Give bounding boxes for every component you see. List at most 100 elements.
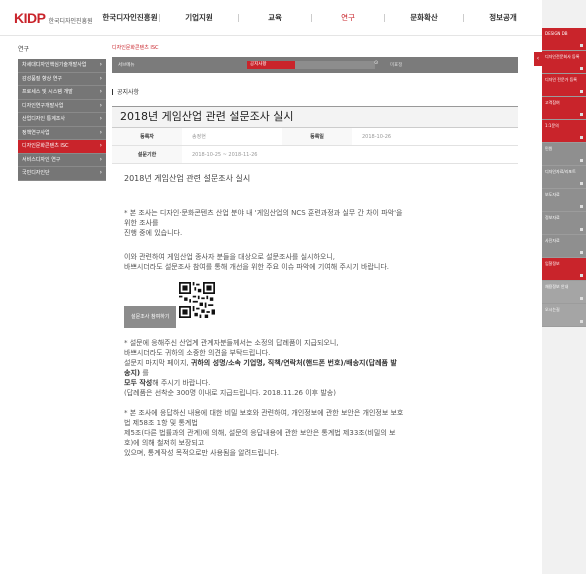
date-value: 2018-10-26: [362, 133, 392, 140]
sidebar-title: 연구: [18, 46, 30, 53]
quick-item[interactable]: 고객참여: [542, 97, 586, 120]
body-headline: 2018년 게임산업 관련 설문조사 실시: [124, 174, 251, 183]
sidebar-item-label: 디자인연구개발사업: [22, 102, 64, 109]
body-text: 이와 관련하여 게임산업 종사자 분들을 대상으로 설문조사를 실시하오니,: [124, 253, 335, 261]
sidebar-item[interactable]: 디자인연구개발사업 ›: [18, 100, 106, 113]
quick-item[interactable]: 오시는길: [542, 304, 586, 327]
square-icon: [580, 251, 583, 254]
body-text: 법 제58조 1항 및 통계법: [124, 419, 198, 427]
square-icon: [580, 274, 583, 277]
body-text-span: 해 주시기 바랍니다.: [152, 379, 211, 387]
chevron-right-icon: ›: [99, 74, 102, 82]
quick-item-label: 채용정보 안내: [545, 284, 569, 289]
quick-item[interactable]: DESIGN DB: [542, 28, 586, 51]
sidebar-item[interactable]: 차세대디자인핵심기술개발사업 ›: [18, 59, 106, 73]
submenu-select[interactable]: 공지사항: [247, 61, 295, 69]
survey-participate-button[interactable]: 설문조사 참여하기: [124, 306, 177, 328]
sidebar-item[interactable]: 감성품질 향상 연구 ›: [18, 73, 106, 86]
square-icon: [580, 113, 583, 116]
square-icon: [580, 44, 583, 47]
post-body: 2018년 게임산업 관련 설문조사 실시 * 본 조사는 디자인·문화콘텐츠 …: [112, 164, 518, 458]
left-sidebar: 연구 차세대디자인핵심기술개발사업 › 감성품질 향상 연구 › 프로세스 및 시스…: [18, 44, 106, 181]
square-icon: [580, 182, 583, 185]
body-text-bold: 송지): [124, 369, 141, 377]
nav-item-culture[interactable]: 문화확산: [385, 12, 463, 23]
submenu-input[interactable]: [295, 61, 375, 69]
page-title: 공지사항: [112, 87, 518, 96]
body-text: * 본 조사에 응답하신 내용에 대한 비밀 보호와 관련하여, 개인정보에 관…: [124, 409, 404, 417]
page-title-text: 공지사항: [117, 89, 140, 96]
sidebar-item-label: 정책연구사업: [22, 129, 50, 136]
sidebar-item[interactable]: 산업디자인 통계조사 ›: [18, 113, 106, 127]
quick-item-label: 보도자료: [545, 192, 560, 197]
chevron-right-icon: ›: [99, 155, 102, 163]
nav-item-research[interactable]: 연구: [312, 12, 384, 23]
quick-menu: ‹ DESIGN DB 디자인전문회사 등록 디자인 전문가 등록 고객참여 1…: [534, 0, 586, 574]
sidebar-item-active[interactable]: 디자인문화콘텐츠 ISC ›: [18, 140, 106, 154]
body-text: 호)에 의해 철저히 보장되고: [124, 439, 205, 447]
site-logo[interactable]: KIDP 한국디자인진흥원: [14, 10, 101, 26]
nav-item-business-support[interactable]: 기업지원: [160, 12, 238, 23]
post-title: 2018년 게임산업 관련 설문조사 실시: [112, 106, 518, 128]
quick-item[interactable]: 채용정보 안내: [542, 281, 586, 304]
quick-item[interactable]: 디자인자료/리포트: [542, 166, 586, 189]
quick-item-label: DESIGN DB: [545, 31, 568, 36]
author-value: 송정현: [192, 134, 206, 140]
body-text-span: 설문지 마지막 페이지,: [124, 359, 191, 367]
nav-item-kidp[interactable]: 한국디자인진흥원: [101, 12, 159, 23]
sidebar-item-label: 서비스디자인 연구: [22, 156, 61, 163]
breadcrumb[interactable]: 디자인문화콘텐츠 ISC: [112, 44, 518, 51]
square-icon: [580, 90, 583, 93]
body-text-bold: 귀하의 성명/소속 기업명, 직책/연락처(핸드폰 번호)/배송지(답례품 발: [190, 359, 397, 367]
body-text: 위한 조사를: [124, 219, 159, 227]
square-icon: [580, 228, 583, 231]
sidebar-item-label: 국민디자인단: [22, 170, 50, 176]
quick-item-label: 디자인자료/리포트: [545, 169, 576, 174]
author-label: 등록자: [112, 128, 182, 145]
sidebar-item[interactable]: 서비스디자인 연구 ›: [18, 154, 106, 167]
sidebar-item[interactable]: 국민디자인단 ›: [18, 167, 106, 181]
quick-item-label: 정보자료: [545, 215, 560, 220]
sidebar-item-label: 프로세스 및 시스템 개발: [22, 89, 73, 95]
square-icon: [580, 320, 583, 323]
quick-item-label: 1:1문의: [545, 123, 559, 128]
nav-item-education[interactable]: 교육: [239, 12, 311, 23]
quick-item[interactable]: 정보자료: [542, 212, 586, 235]
submenu-bar: 서브메뉴 공지사항 ⊙ 미표정: [112, 57, 518, 73]
qr-code-icon[interactable]: [178, 282, 215, 318]
quick-menu-toggle[interactable]: ‹: [534, 52, 542, 66]
quick-item-label: 디자인전문회사 등록: [545, 54, 580, 59]
date-label: 등록일: [282, 128, 352, 145]
sidebar-item-label: 감성품질 향상 연구: [22, 75, 62, 82]
submenu-label: 서브메뉴: [118, 63, 135, 68]
chevron-right-icon: ›: [99, 128, 102, 136]
sidebar-item-label: 차세대디자인핵심기술개발사업: [22, 62, 87, 68]
quick-item[interactable]: 디자인 전문가 등록: [542, 74, 586, 97]
sidebar-menu: 차세대디자인핵심기술개발사업 › 감성품질 향상 연구 › 프로세스 및 시스템 개…: [18, 59, 106, 181]
body-text: 있으며, 통계작성 목적으로만 사용됨을 알려드립니다.: [124, 449, 280, 457]
submenu-extra[interactable]: 미표정: [390, 62, 402, 68]
quick-item[interactable]: 사진자료: [542, 235, 586, 258]
sidebar-item-label: 디자인문화콘텐츠 ISC: [22, 143, 69, 149]
chevron-right-icon: ›: [99, 88, 102, 95]
sidebar-item[interactable]: 정책연구사업 ›: [18, 127, 106, 140]
nav-item-disclosure[interactable]: 정보공개: [464, 12, 542, 23]
body-text: 바쁘시더라도 설문조사 참여를 통해 개선을 위한 주요 이슈 파악에 기여해 …: [124, 263, 389, 271]
quick-item[interactable]: 입찰정보: [542, 258, 586, 281]
quick-item-label: 입찰정보: [545, 261, 560, 266]
body-text: * 설문에 응해주신 산업계 관계자분들께서는 소정의 답례품이 지급되오니,: [124, 339, 339, 347]
square-icon: [580, 297, 583, 300]
quick-item[interactable]: 민원: [542, 143, 586, 166]
quick-item-label: 사진자료: [545, 238, 560, 243]
quick-item[interactable]: 1:1문의: [542, 120, 586, 143]
body-text: 모두 작성해 주시기 바랍니다.: [124, 378, 506, 388]
quick-item-label: 디자인 전문가 등록: [545, 77, 577, 82]
sidebar-item[interactable]: 프로세스 및 시스템 개발 ›: [18, 86, 106, 100]
square-icon: [580, 67, 583, 70]
body-text: 바쁘시더라도 귀하의 소중한 의견을 부탁드립니다.: [124, 349, 271, 357]
quick-item[interactable]: 디자인전문회사 등록: [542, 51, 586, 74]
quick-item[interactable]: 보도자료: [542, 189, 586, 212]
search-icon[interactable]: ⊙: [374, 60, 378, 66]
chevron-right-icon: ›: [99, 61, 102, 68]
title-marker: [112, 88, 113, 95]
